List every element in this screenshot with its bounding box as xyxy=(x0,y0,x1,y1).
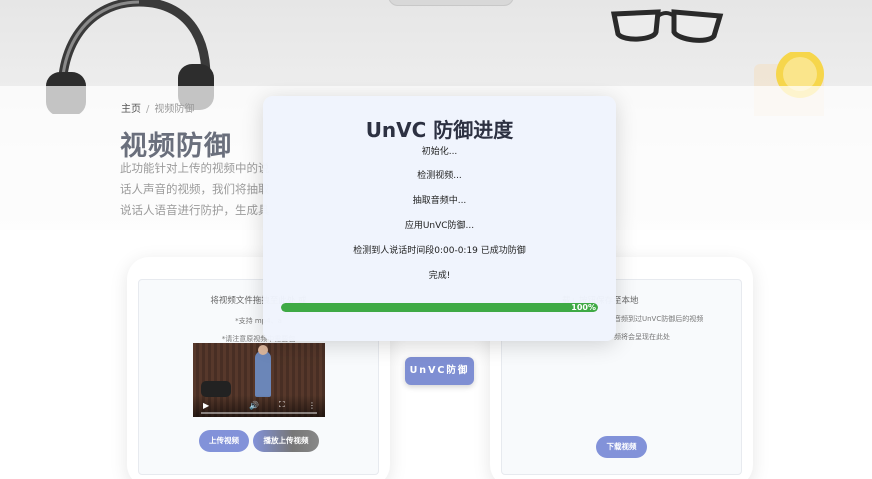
page-description: 此功能针对上传的视频中的说 话人声音的视频，我们将抽取 说话人语音进行防护，生成… xyxy=(120,158,280,221)
volume-icon[interactable]: 🔊 xyxy=(249,401,259,410)
play-icon[interactable]: ▶ xyxy=(203,401,209,410)
progress-step: 应用UnVC防御... xyxy=(404,221,475,231)
progress-step: 检测到人说话时间段0:00-0:19 已成功防御 xyxy=(353,246,526,256)
progress-step: 抽取音频中... xyxy=(412,196,467,206)
fullscreen-icon[interactable]: ⛶ xyxy=(279,400,285,410)
download-info-line: 频将会呈现在此处 xyxy=(614,333,670,341)
breadcrumb: 主页 / 视频防御 xyxy=(121,100,194,115)
video-person-head xyxy=(258,345,268,355)
defense-progress-dialog: UnVC 防御进度 初始化... 检测视频... 抽取音频中... 应用UnVC… xyxy=(263,96,616,341)
glasses-image xyxy=(610,9,724,43)
video-progress-bar[interactable] xyxy=(201,412,317,414)
play-uploaded-video-button[interactable]: 播放上传视频 xyxy=(253,430,319,452)
dialog-title: UnVC 防御进度 xyxy=(365,118,514,142)
progress-label: 100% xyxy=(571,303,596,312)
breadcrumb-separator: / xyxy=(146,104,150,115)
progress-step: 完成! xyxy=(428,271,451,281)
download-info-line: 音频到过UnVC防御后的视频 xyxy=(614,315,704,323)
breadcrumb-home[interactable]: 主页 xyxy=(121,104,141,115)
download-video-button[interactable]: 下载视频 xyxy=(596,436,647,458)
video-player[interactable]: ▶ 🔊 ⛶ ⋮ xyxy=(193,343,325,417)
progress-step: 初始化... xyxy=(421,147,458,157)
breadcrumb-current: 视频防御 xyxy=(154,104,195,115)
upload-video-button[interactable]: 上传视频 xyxy=(199,430,249,452)
description-line: 说话人语音进行防护，生成具 xyxy=(120,203,270,217)
top-nav-pill[interactable] xyxy=(388,0,514,6)
description-line: 此功能针对上传的视频中的说 xyxy=(120,161,270,175)
video-person xyxy=(255,351,271,397)
progress-step: 检测视频... xyxy=(417,171,462,181)
description-line: 话人声音的视频，我们将抽取 xyxy=(120,182,270,196)
progress-bar: 100% xyxy=(281,303,598,312)
unvc-defend-button[interactable]: UnVC防御 xyxy=(405,357,474,385)
more-options-icon[interactable]: ⋮ xyxy=(308,401,316,410)
progress-fill xyxy=(281,303,598,312)
